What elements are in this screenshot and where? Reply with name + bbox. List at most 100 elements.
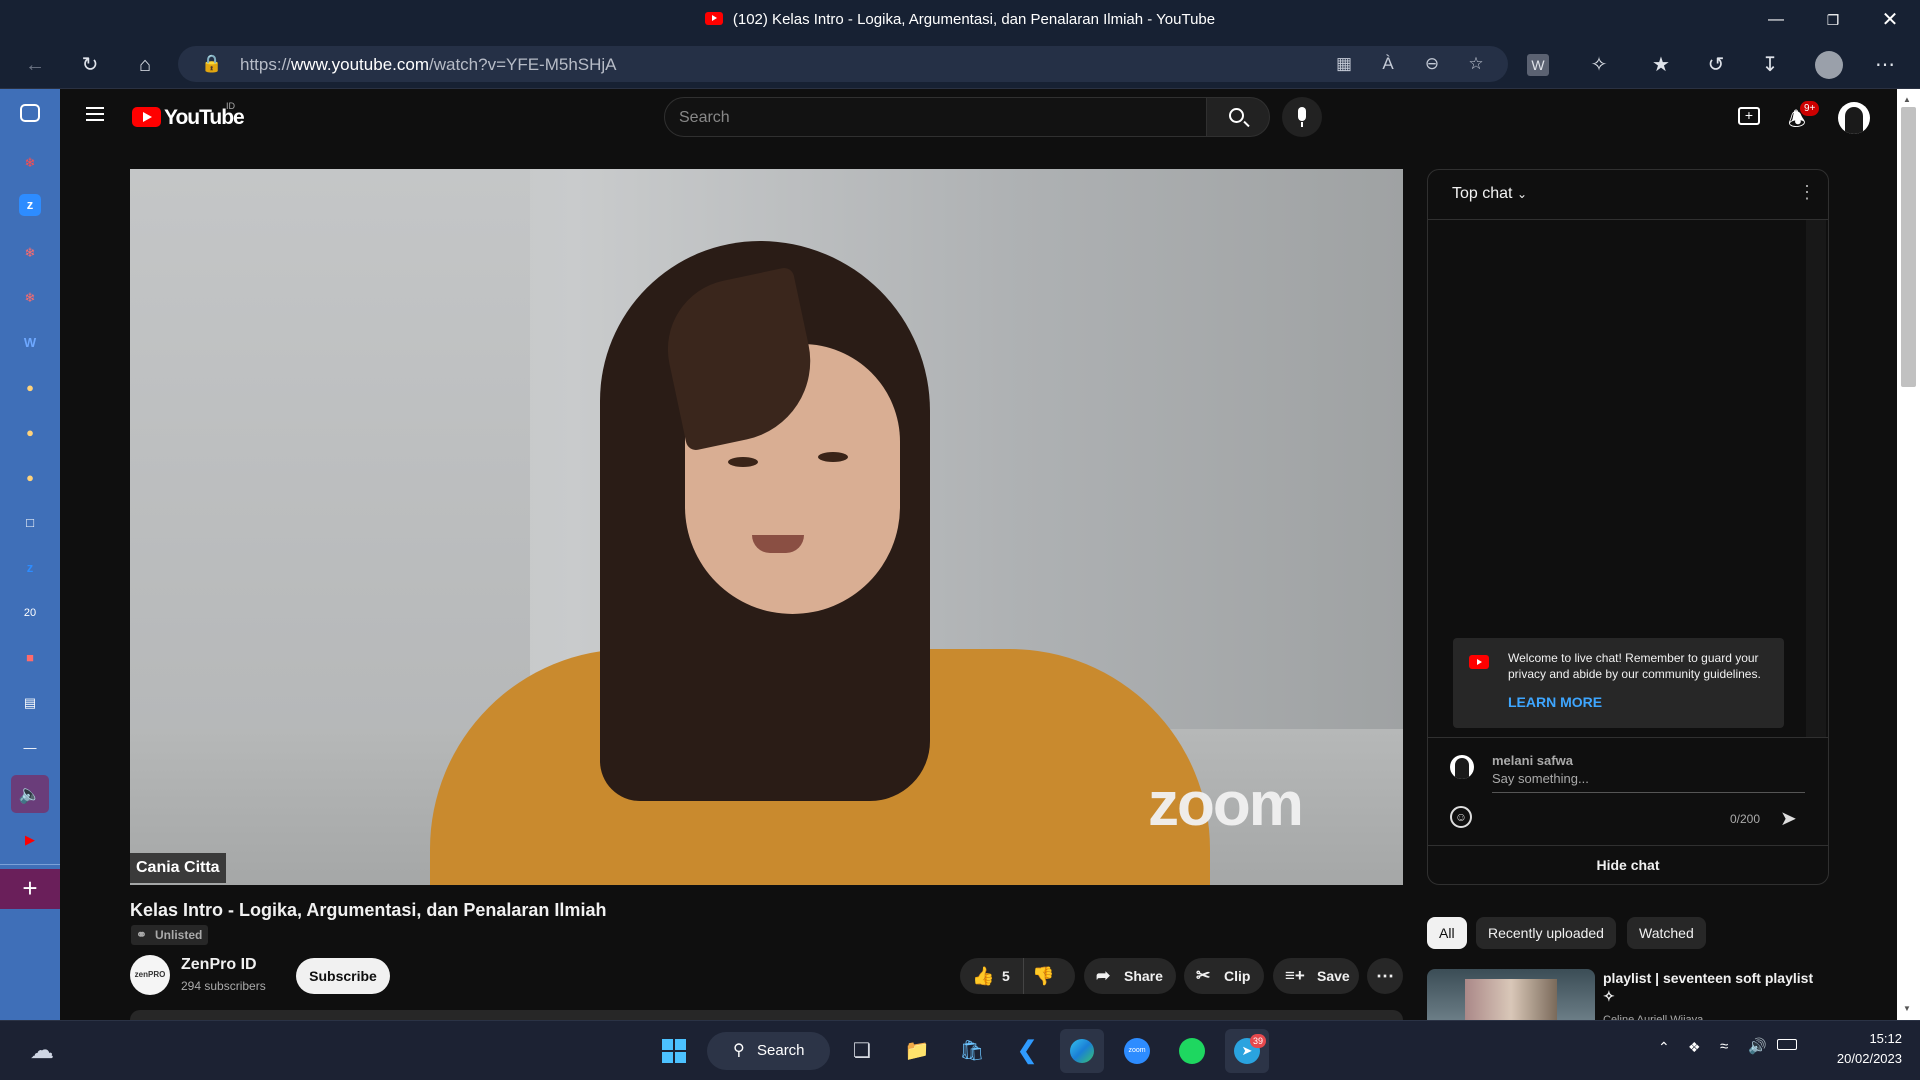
favorites-icon[interactable]: ★	[1645, 49, 1677, 81]
volume-icon[interactable]: 🔊	[1748, 1037, 1767, 1055]
top-chat-dropdown[interactable]: Top chat ⌄	[1452, 185, 1527, 203]
apps-icon[interactable]: ▦	[1330, 51, 1358, 77]
taskbar-search[interactable]: ⚲ Search	[707, 1032, 830, 1070]
search-icon: ⚲	[733, 1042, 745, 1059]
lock-icon[interactable]: 🔒	[198, 51, 226, 77]
clip-button[interactable]: ✂ Clip	[1184, 958, 1264, 994]
recommendation-thumbnail[interactable]	[1427, 969, 1595, 1020]
user-avatar	[1450, 755, 1474, 779]
task-view-icon[interactable]: ❏	[840, 1029, 884, 1073]
app-shortcut-icon[interactable]: —	[16, 734, 44, 762]
filter-chip-watched[interactable]: Watched	[1627, 917, 1706, 949]
char-counter: 0/200	[1730, 812, 1761, 826]
youtube-shortcut-icon[interactable]: ▶	[16, 826, 44, 854]
more-actions-icon[interactable]: ⋯	[1367, 958, 1403, 994]
hide-chat-button[interactable]: Hide chat	[1428, 845, 1828, 884]
account-avatar[interactable]	[1838, 102, 1870, 134]
description-box[interactable]	[130, 1010, 1403, 1020]
share-icon: ➦	[1096, 966, 1111, 985]
menu-icon[interactable]	[86, 107, 104, 121]
like-button[interactable]: 👍 5	[960, 958, 1024, 994]
microphone-icon	[1298, 107, 1306, 121]
wifi-icon[interactable]: ≈	[1720, 1038, 1728, 1055]
subscribe-button[interactable]: Subscribe	[296, 958, 390, 994]
store-icon[interactable]: 🛍	[950, 1029, 994, 1073]
search-input[interactable]: Search	[664, 97, 1207, 137]
app-shortcut-icon[interactable]: ●	[16, 419, 44, 447]
word-shortcut-icon[interactable]: W	[16, 329, 44, 357]
edge-browser-icon[interactable]	[1060, 1029, 1104, 1073]
zoom-shortcut-icon[interactable]: z	[16, 554, 44, 582]
minimize-button[interactable]: —	[1756, 6, 1796, 34]
spotify-icon[interactable]	[1170, 1029, 1214, 1073]
file-explorer-icon[interactable]: 📁	[895, 1029, 939, 1073]
back-icon[interactable]: ←	[19, 49, 51, 81]
show-hidden-icons-icon[interactable]: ⌃	[1658, 1039, 1670, 1056]
chat-menu-icon[interactable]: ⋮	[1798, 182, 1816, 203]
app-shortcut-icon[interactable]: □	[16, 509, 44, 537]
home-icon[interactable]: ⌂	[129, 49, 161, 81]
add-favorite-icon[interactable]: ☆	[1462, 51, 1490, 77]
dropbox-icon[interactable]: ❖	[1688, 1039, 1701, 1056]
speaker-icon[interactable]: 🔈	[11, 775, 49, 813]
dislike-button[interactable]: 👎	[1032, 958, 1068, 994]
send-icon[interactable]: ➤	[1780, 806, 1797, 831]
history-icon[interactable]: ↺	[1700, 49, 1732, 81]
battery-icon[interactable]	[1777, 1039, 1797, 1050]
live-chat-panel: Top chat ⌄ ⋮ Welcome to live chat! Remem…	[1427, 169, 1829, 885]
create-video-icon[interactable]: +	[1738, 107, 1760, 125]
learn-more-link[interactable]: LEARN MORE	[1508, 694, 1602, 710]
more-options-icon[interactable]: ⋯	[1869, 49, 1901, 81]
restore-button[interactable]: ❐	[1813, 6, 1853, 34]
start-button[interactable]	[652, 1029, 696, 1073]
calendar-shortcut-icon[interactable]: 20	[16, 599, 44, 627]
emoji-icon[interactable]: ☺	[1450, 806, 1472, 828]
app-shortcut-icon[interactable]: ■	[16, 644, 44, 672]
extensions-icon[interactable]: ✧	[1583, 49, 1615, 81]
page-scrollbar[interactable]: ▲ ▼	[1897, 89, 1920, 1020]
clock-time[interactable]: 15:12	[1822, 1031, 1902, 1046]
channel-avatar[interactable]: zenPRO	[130, 955, 170, 995]
app-shortcut-icon[interactable]: ●	[16, 374, 44, 402]
sidebar-divider	[0, 864, 60, 865]
save-button[interactable]: ≡+ Save	[1273, 958, 1359, 994]
read-aloud-icon[interactable]: À	[1374, 51, 1402, 77]
weather-icon[interactable]: ☁	[20, 1029, 64, 1073]
chat-scrollbar[interactable]	[1806, 220, 1826, 740]
word-extension-icon[interactable]: W	[1527, 54, 1549, 76]
app-shortcut-icon[interactable]: ❄	[16, 284, 44, 312]
profile-avatar[interactable]	[1815, 51, 1843, 79]
filter-chip-all[interactable]: All	[1427, 917, 1467, 949]
address-bar[interactable]: 🔒 https://www.youtube.com/watch?v=YFE-M5…	[178, 46, 1508, 82]
person-eye	[818, 452, 848, 462]
url-text[interactable]: https://www.youtube.com/watch?v=YFE-M5hS…	[240, 55, 617, 75]
window-title: (102) Kelas Intro - Logika, Argumentasi,…	[0, 11, 1920, 28]
clock-date[interactable]: 20/02/2023	[1802, 1051, 1902, 1066]
search-placeholder: Search	[679, 109, 730, 126]
like-count: 5	[1002, 968, 1010, 984]
search-button[interactable]	[1206, 97, 1270, 137]
share-button[interactable]: ➦ Share	[1084, 958, 1176, 994]
app-shortcut-icon[interactable]: ▤	[16, 689, 44, 717]
app-shortcut-icon[interactable]: ❄	[16, 149, 44, 177]
scrollbar-thumb[interactable]	[1901, 107, 1916, 387]
filter-chip-recently-uploaded[interactable]: Recently uploaded	[1476, 917, 1616, 949]
vscode-icon[interactable]: ❮	[1005, 1029, 1049, 1073]
tab-actions-icon[interactable]	[20, 104, 40, 122]
video-player[interactable]: zoom Cania Citta	[130, 169, 1403, 885]
recommendation-title[interactable]: playlist | seventeen soft playlist ✧	[1603, 969, 1823, 1005]
refresh-icon[interactable]: ↻	[74, 49, 106, 81]
app-shortcut-icon[interactable]: ❄	[16, 239, 44, 267]
zoom-app-icon[interactable]: zoom	[1115, 1029, 1159, 1073]
downloads-icon[interactable]: ↧	[1754, 49, 1786, 81]
welcome-message: Welcome to live chat! Remember to guard …	[1508, 651, 1761, 681]
close-button[interactable]: ✕	[1870, 6, 1910, 34]
zoom-shortcut-icon[interactable]: z	[19, 194, 41, 216]
add-shortcut-icon[interactable]: +	[0, 869, 60, 909]
app-shortcut-icon[interactable]: ●	[16, 464, 44, 492]
voice-search-button[interactable]	[1282, 97, 1322, 137]
chat-message-input[interactable]: Say something...	[1492, 771, 1805, 793]
youtube-logo-icon[interactable]	[132, 107, 161, 127]
channel-name[interactable]: ZenPro ID	[181, 956, 257, 974]
zoom-out-icon[interactable]: ⊖	[1418, 51, 1446, 77]
